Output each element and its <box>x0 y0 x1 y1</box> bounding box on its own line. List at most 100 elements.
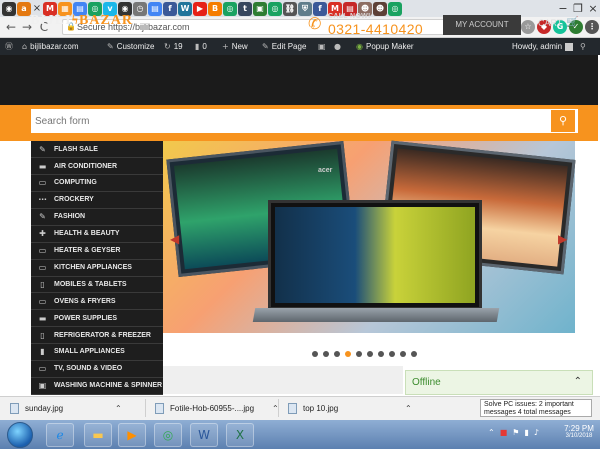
antivirus-icon[interactable]: ■ <box>500 428 508 437</box>
cart-button[interactable]: CART 🛒 <box>538 17 579 28</box>
wp-edit-page-link[interactable]: ✎ Edit Page <box>262 38 306 55</box>
chevron-up-icon[interactable]: ⌃ <box>574 376 582 387</box>
wp-search-link[interactable]: ⚲ <box>580 38 586 55</box>
network-icon[interactable]: ▮ <box>524 428 528 437</box>
amazon-icon[interactable]: a <box>17 1 31 16</box>
power-icon: ▬ <box>38 313 47 323</box>
restore-icon[interactable]: ❐ <box>571 2 585 15</box>
category-item[interactable]: ▯ REFRIGERATOR & FREEZER <box>31 327 163 345</box>
wp-seo-link[interactable]: ▣ <box>318 38 326 55</box>
category-item[interactable]: ✚ HEALTH & BEAUTY <box>31 226 163 243</box>
slider-next-arrow[interactable]: ▶ <box>558 232 567 246</box>
category-item[interactable]: ▣ WASHING MACHINE & SPINNER <box>31 378 163 395</box>
category-item[interactable]: ▭ OVENS & FRYERS <box>31 293 163 311</box>
slider-dot[interactable] <box>312 351 318 357</box>
internet-explorer-icon[interactable]: ℯ <box>46 423 74 447</box>
tumblr-icon[interactable]: t <box>238 1 252 16</box>
comments-count: 0 <box>202 42 207 51</box>
slider-prev-arrow[interactable]: ◀ <box>170 232 179 246</box>
my-account-button[interactable]: MY ACCOUNT <box>443 15 521 35</box>
download-item[interactable]: top 10.jpg ⌃ <box>288 398 412 418</box>
fridge-icon: ▯ <box>40 330 45 340</box>
chevron-up-icon[interactable]: ⌃ <box>405 404 412 413</box>
slider-dot[interactable] <box>378 351 384 357</box>
chrome-icon[interactable]: ◎ <box>388 1 402 16</box>
wp-dot-link[interactable]: ● <box>334 38 341 55</box>
wp-account-menu[interactable]: Howdy, admin <box>512 38 574 55</box>
kitchen-icon: ▭ <box>38 262 47 272</box>
slider-dot[interactable] <box>345 351 351 357</box>
slider-dot[interactable] <box>367 351 373 357</box>
category-item[interactable]: ▭ TV, SOUND & VIDEO <box>31 361 163 378</box>
search-button[interactable]: ⚲ <box>551 110 575 132</box>
wp-comments-link[interactable]: ▮ 0 <box>195 38 207 55</box>
wordpress-logo[interactable]: Ⓦ <box>5 38 13 55</box>
slider-dot[interactable] <box>400 351 406 357</box>
chat-widget[interactable]: Offline ⌃ <box>405 370 593 395</box>
category-item[interactable]: ▮ SMALL APPLIANCES <box>31 344 163 362</box>
chevron-up-icon[interactable]: ⌃ <box>115 404 122 413</box>
clock-icon[interactable]: ◷ <box>133 1 147 16</box>
category-item[interactable]: ▭ COMPUTING <box>31 175 163 193</box>
chat-status-label: Offline <box>412 377 441 388</box>
phone-number[interactable]: 0321-4410420 <box>328 21 423 37</box>
github-icon[interactable]: ◉ <box>2 1 16 16</box>
tv-icon: ▭ <box>38 364 47 374</box>
category-item[interactable]: ▬ AIR CONDITIONER <box>31 158 163 176</box>
site-logo[interactable]: BIJLIϟBAZAR <box>30 13 133 29</box>
file-explorer-icon[interactable]: ▬ <box>84 423 112 447</box>
close-icon[interactable]: × <box>586 2 600 15</box>
menu-dots-icon[interactable]: ⋮ <box>585 20 599 34</box>
wp-site-link[interactable]: ⌂ bijlibazar.com <box>22 38 79 55</box>
start-button[interactable] <box>7 422 33 448</box>
gallery-icon[interactable]: ▣ <box>253 1 267 16</box>
facebook-icon[interactable]: f <box>163 1 177 16</box>
flag-icon[interactable]: ⚑ <box>512 428 519 437</box>
category-item[interactable]: ▭ HEATER & GEYSER <box>31 242 163 260</box>
slider-dot[interactable] <box>334 351 340 357</box>
wordpress-icon[interactable]: W <box>178 1 192 16</box>
slider-dot[interactable] <box>323 351 329 357</box>
category-item[interactable]: ✎ FASHION <box>31 209 163 226</box>
chrome-icon[interactable]: ◎ <box>268 1 282 16</box>
category-label: POWER SUPPLIES <box>54 314 118 322</box>
taskbar-clock[interactable]: 7:29 PM 3/10/2018 <box>560 424 598 439</box>
minimize-icon[interactable]: − <box>556 2 570 15</box>
wp-new-link[interactable]: + New <box>222 38 248 55</box>
star-icon[interactable]: ☆ <box>521 20 535 34</box>
wordpress-icon: Ⓦ <box>5 42 13 51</box>
wp-updates-link[interactable]: ↻ 19 <box>164 38 183 55</box>
docs-icon[interactable]: ▤ <box>148 1 162 16</box>
search-icon: ⚲ <box>558 114 568 127</box>
slider-dot[interactable] <box>356 351 362 357</box>
wp-customize-link[interactable]: ✎ Customize <box>107 38 155 55</box>
volume-icon[interactable]: ♪ <box>534 428 539 437</box>
excel-icon[interactable]: X <box>226 423 254 447</box>
media-player-icon[interactable]: ▶ <box>118 423 146 447</box>
download-item[interactable]: sunday.jpg ⌃ <box>10 398 122 418</box>
person-icon[interactable]: ☻ <box>373 1 387 16</box>
category-item[interactable]: ⋯ CROCKERY <box>31 192 163 209</box>
search-input[interactable] <box>35 111 545 131</box>
updates-count: 19 <box>173 42 183 51</box>
word-icon[interactable]: W <box>190 423 218 447</box>
youtube-icon[interactable]: ▶ <box>193 1 207 16</box>
download-item[interactable]: Fotile-Hob-60955-....jpg ⌃ <box>155 398 279 418</box>
link-icon[interactable]: ⛓ <box>283 1 297 16</box>
slider-dot[interactable] <box>411 351 417 357</box>
category-label: SMALL APPLIANCES <box>54 348 125 356</box>
category-item[interactable]: ▬ POWER SUPPLIES <box>31 310 163 328</box>
category-label: TV, SOUND & VIDEO <box>54 365 123 373</box>
blogger-icon[interactable]: B <box>208 1 222 16</box>
appliance-icon: ▮ <box>40 347 45 357</box>
chrome-icon[interactable]: ◎ <box>154 423 182 447</box>
back-button[interactable]: ← <box>4 19 18 35</box>
category-item[interactable]: ✎ FLASH SALE <box>31 141 163 159</box>
wp-popup-maker-link[interactable]: ◉ Popup Maker <box>356 38 414 55</box>
category-item[interactable]: ▯ MOBILES & TABLETS <box>31 276 163 294</box>
slider-dot[interactable] <box>389 351 395 357</box>
category-item[interactable]: ▭ KITCHEN APPLIANCES <box>31 259 163 277</box>
popup-maker-icon: ◉ <box>356 42 363 51</box>
chevron-up-icon[interactable]: ⌃ <box>488 428 495 437</box>
chrome-icon[interactable]: ◎ <box>223 1 237 16</box>
